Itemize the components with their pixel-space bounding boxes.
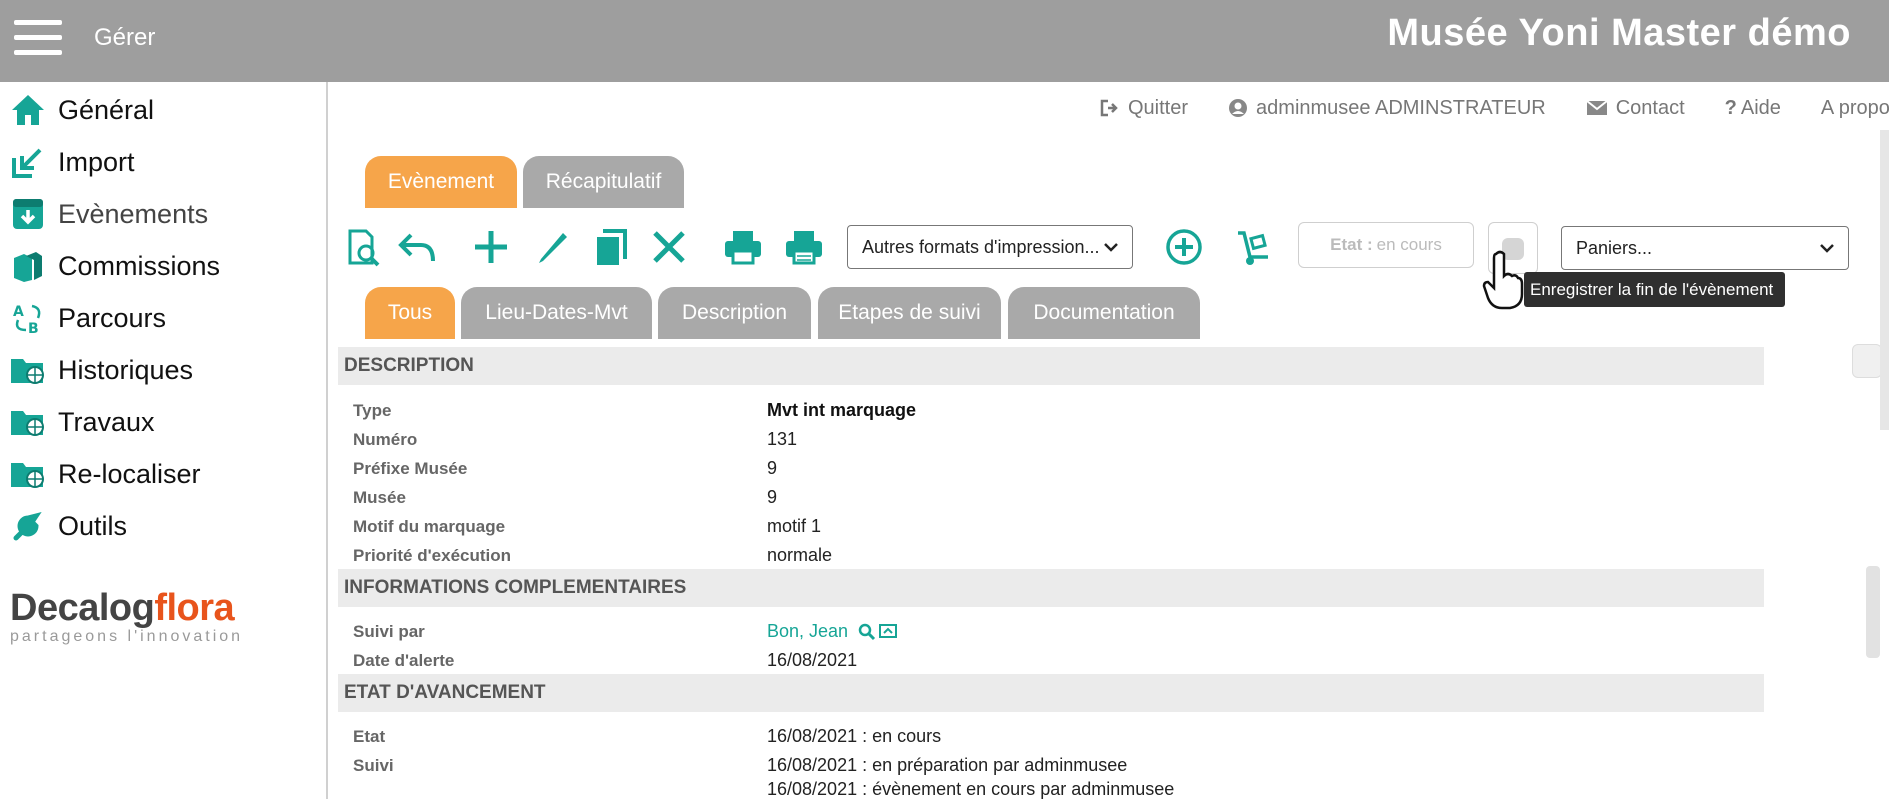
printer-icon xyxy=(725,231,761,265)
top-links: Quitter adminmusee ADMINSTRATEUR Contact… xyxy=(1100,93,1889,123)
delete-button[interactable] xyxy=(648,226,690,268)
parcours-icon: AB xyxy=(8,300,48,336)
field-row: Motif du marquage motif 1 xyxy=(353,516,822,536)
edit-button[interactable] xyxy=(532,226,574,268)
undo-icon xyxy=(398,233,435,262)
sidebar-item-general[interactable]: Général xyxy=(8,90,154,130)
undo-button[interactable] xyxy=(396,226,438,268)
baskets-select[interactable]: Paniers... xyxy=(1561,226,1849,270)
hamburger-menu-icon[interactable] xyxy=(14,20,62,56)
home-icon xyxy=(8,92,48,128)
tab-evenement[interactable]: Evènement xyxy=(365,156,517,208)
sidebar-item-parcours[interactable]: AB Parcours xyxy=(8,298,166,338)
cart-button[interactable] xyxy=(1233,226,1275,268)
plus-circle-icon xyxy=(1166,229,1202,265)
sidebar-item-travaux[interactable]: Travaux xyxy=(8,402,155,442)
hand-truck-icon xyxy=(1238,231,1268,265)
print-button[interactable] xyxy=(722,226,764,268)
wrench-icon xyxy=(8,508,48,544)
add-button[interactable] xyxy=(470,226,512,268)
tab-tous[interactable]: Tous xyxy=(365,287,455,339)
decalog-flora-logo: Decalogflora partageons l'innovation xyxy=(10,587,244,645)
duplicate-button[interactable] xyxy=(590,226,632,268)
open-record-icon[interactable] xyxy=(878,623,898,641)
commissions-icon xyxy=(8,248,48,284)
import-icon xyxy=(8,144,48,180)
tab-documentation[interactable]: Documentation xyxy=(1008,287,1200,339)
tab-description[interactable]: Description xyxy=(658,287,811,339)
svg-text:A: A xyxy=(13,304,24,320)
top-bar: Gérer Musée Yoni Master démo xyxy=(0,0,1889,82)
question-icon: ? xyxy=(1724,96,1737,119)
plus-icon xyxy=(475,231,507,263)
hand-cursor-icon xyxy=(1482,250,1524,310)
sidebar-item-evenements[interactable]: Evènements xyxy=(8,194,208,234)
sidebar-item-label: Historiques xyxy=(58,354,194,385)
print-list-button[interactable] xyxy=(783,226,825,268)
sidebar-item-label: Général xyxy=(58,94,155,125)
search-icon[interactable] xyxy=(858,623,876,641)
field-row: Numéro 131 xyxy=(353,429,798,449)
add-circle-button[interactable] xyxy=(1163,226,1205,268)
page-scrollbar[interactable] xyxy=(1880,130,1889,430)
tab-recapitulatif[interactable]: Récapitulatif xyxy=(523,156,684,208)
print-formats-select[interactable]: Autres formats d'impression... xyxy=(847,225,1133,269)
sidebar-item-label: Travaux xyxy=(58,406,155,437)
preview-search-button[interactable] xyxy=(343,226,385,268)
svg-text:B: B xyxy=(28,321,39,336)
sidebar-item-outils[interactable]: Outils xyxy=(8,506,127,546)
field-row: Préfixe Musée 9 xyxy=(353,458,778,478)
app-title: Musée Yoni Master démo xyxy=(1387,12,1851,54)
field-row: 16/08/2021 : évènement en cours par admi… xyxy=(767,780,1175,799)
sidebar-item-label: Outils xyxy=(58,510,128,541)
sidebar-item-label: Evènements xyxy=(58,198,209,229)
sidebar-item-label: Re-localiser xyxy=(58,458,201,489)
sidebar-item-label: Commissions xyxy=(58,250,221,281)
manage-menu-label[interactable]: Gérer xyxy=(94,24,155,52)
printer-icon xyxy=(786,231,822,265)
quit-link[interactable]: Quitter xyxy=(1100,97,1188,120)
historiques-icon xyxy=(8,352,48,388)
field-row: Suivi par Bon, Jean xyxy=(353,617,1753,646)
state-field: Etat : en cours xyxy=(1298,222,1474,268)
user-icon xyxy=(1229,99,1248,117)
section-infos-title: INFORMATIONS COMPLEMENTAIRES xyxy=(338,569,1764,607)
section-description-title: DESCRIPTION xyxy=(338,347,1764,385)
chevron-down-icon xyxy=(1104,243,1118,252)
mail-icon xyxy=(1586,100,1608,115)
travaux-icon xyxy=(8,404,48,440)
panel-scrollbar-thumb[interactable] xyxy=(1866,566,1880,658)
help-link[interactable]: ? Aide xyxy=(1725,97,1781,120)
close-icon xyxy=(653,231,685,263)
chevron-down-icon xyxy=(1820,244,1834,253)
side-panel-toggle-icon[interactable] xyxy=(1852,344,1882,378)
tab-etapes-de-suivi[interactable]: Etapes de suivi xyxy=(818,287,1001,339)
events-icon xyxy=(8,196,48,232)
field-row: Etat 16/08/2021 : en cours xyxy=(353,726,942,746)
about-link[interactable]: A propos xyxy=(1821,97,1889,120)
pencil-icon xyxy=(539,233,567,263)
sidebar: Général Import Evènements Commissions AB… xyxy=(0,82,328,799)
sidebar-item-import[interactable]: Import xyxy=(8,142,135,182)
field-row: Suivi 16/08/2021 : en préparation par adm… xyxy=(353,755,1128,775)
field-row: Type Mvt int marquage xyxy=(353,400,917,420)
sidebar-item-commissions[interactable]: Commissions xyxy=(8,246,220,286)
copy-icon xyxy=(597,229,627,265)
sidebar-item-relocaliser[interactable]: Re-localiser xyxy=(8,454,201,494)
field-row: Musée 9 xyxy=(353,487,778,507)
suivi-par-link[interactable]: Bon, Jean xyxy=(767,621,848,642)
contact-link[interactable]: Contact xyxy=(1586,97,1685,120)
sidebar-item-label: Import xyxy=(58,146,135,177)
logout-icon xyxy=(1100,99,1118,117)
field-row: Priorité d'exécution normale xyxy=(353,545,833,565)
relocaliser-icon xyxy=(8,456,48,492)
sidebar-item-historiques[interactable]: Historiques xyxy=(8,350,193,390)
sidebar-item-label: Parcours xyxy=(58,302,167,333)
tooltip: Enregistrer la fin de l'évènement xyxy=(1524,272,1786,307)
field-row: Date d'alerte 16/08/2021 xyxy=(353,650,858,670)
section-avancement-title: ETAT D'AVANCEMENT xyxy=(338,674,1764,712)
user-link[interactable]: adminmusee ADMINSTRATEUR xyxy=(1228,97,1546,120)
doc-search-icon xyxy=(348,229,380,267)
tab-lieu-dates-mvt[interactable]: Lieu-Dates-Mvt xyxy=(461,287,652,339)
